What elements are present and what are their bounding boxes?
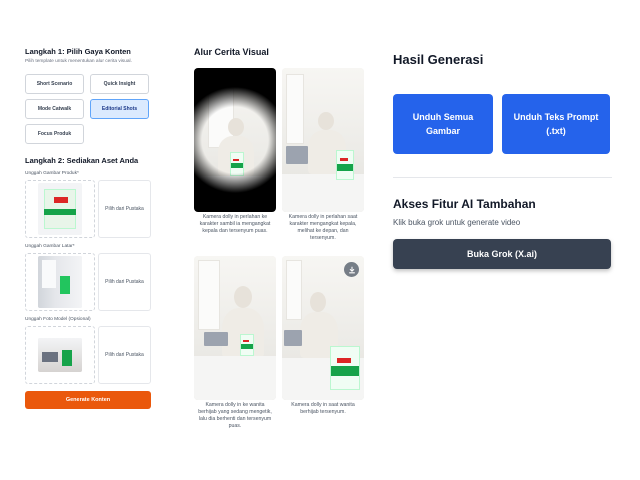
generate-button[interactable]: Generate Konten bbox=[25, 391, 151, 409]
template-quick-insight[interactable]: Quick Insight bbox=[90, 74, 149, 94]
ai-title: Akses Fitur AI Tambahan bbox=[393, 197, 536, 211]
template-grid: Short Scenario Quick Insight Mode Catwal… bbox=[25, 74, 151, 144]
divider bbox=[393, 177, 612, 178]
story-caption: Kamera dolly in perlahan ke karakter sam… bbox=[199, 214, 271, 234]
upload-product-dropzone[interactable] bbox=[25, 180, 95, 238]
story-card: Kamera dolly in saat wanita berhijab ter… bbox=[282, 256, 364, 416]
template-editorial-shots[interactable]: Editorial Shots bbox=[90, 99, 149, 119]
model-library-button[interactable]: Pilih dari Pustaka bbox=[98, 326, 151, 384]
story-caption: Kamera dolly in ke wanita berhijab yang … bbox=[198, 402, 272, 429]
story-panel: Alur Cerita Visual Kamera dolly in perla… bbox=[194, 47, 364, 429]
story-card: Kamera dolly in ke wanita berhijab yang … bbox=[194, 256, 276, 429]
ai-subtitle: Klik buka grok untuk generate video bbox=[393, 218, 521, 227]
result-title: Hasil Generasi bbox=[393, 52, 484, 67]
story-card: Kamera dolly in perlahan ke karakter sam… bbox=[194, 68, 276, 235]
story-card: Kamera dolly in perlahan saat karakter m… bbox=[282, 68, 364, 241]
background-library-button[interactable]: Pilih dari Pustaka bbox=[98, 253, 151, 311]
story-caption: Kamera dolly in perlahan saat karakter m… bbox=[288, 214, 358, 241]
upload-background-label: Unggah Gambar Latar* bbox=[25, 244, 75, 249]
step1-subtitle: Pilih template untuk menentukan alur cer… bbox=[25, 59, 132, 64]
download-all-images-button[interactable]: Unduh Semua Gambar bbox=[393, 94, 493, 154]
upload-model-label: Unggah Foto Model (Opsional) bbox=[25, 317, 91, 322]
product-thumbnail bbox=[38, 183, 82, 235]
template-focus-produk[interactable]: Focus Produk bbox=[25, 124, 84, 144]
upload-background-row: Pilih dari Pustaka bbox=[25, 253, 151, 311]
upload-product-label: Unggah Gambar Produk* bbox=[25, 171, 79, 176]
result-panel: Hasil Generasi Unduh Semua Gambar Unduh … bbox=[393, 52, 612, 269]
template-short-scenario[interactable]: Short Scenario bbox=[25, 74, 84, 94]
story-image[interactable] bbox=[194, 256, 276, 400]
model-thumbnail bbox=[38, 338, 82, 372]
product-library-button[interactable]: Pilih dari Pustaka bbox=[98, 180, 151, 238]
story-image[interactable] bbox=[282, 68, 364, 212]
step2-title: Langkah 2: Sediakan Aset Anda bbox=[25, 156, 139, 165]
download-icon[interactable] bbox=[344, 262, 359, 277]
open-grok-button[interactable]: Buka Grok (X.ai) bbox=[393, 239, 611, 269]
upload-product-row: Pilih dari Pustaka bbox=[25, 180, 151, 238]
story-image[interactable] bbox=[194, 68, 276, 212]
upload-background-dropzone[interactable] bbox=[25, 253, 95, 311]
story-image[interactable] bbox=[282, 256, 364, 400]
left-panel: Langkah 1: Pilih Gaya Konten Pilih templ… bbox=[25, 47, 151, 409]
download-buttons: Unduh Semua Gambar Unduh Teks Prompt (.t… bbox=[393, 94, 612, 154]
background-thumbnail bbox=[38, 256, 82, 308]
download-prompt-button[interactable]: Unduh Teks Prompt (.txt) bbox=[502, 94, 610, 154]
step1-title: Langkah 1: Pilih Gaya Konten bbox=[25, 47, 131, 56]
upload-model-dropzone[interactable] bbox=[25, 326, 95, 384]
story-title: Alur Cerita Visual bbox=[194, 47, 269, 57]
story-caption: Kamera dolly in saat wanita berhijab ter… bbox=[291, 402, 355, 415]
template-mode-catwalk[interactable]: Mode Catwalk bbox=[25, 99, 84, 119]
upload-model-row: Pilih dari Pustaka bbox=[25, 326, 151, 384]
